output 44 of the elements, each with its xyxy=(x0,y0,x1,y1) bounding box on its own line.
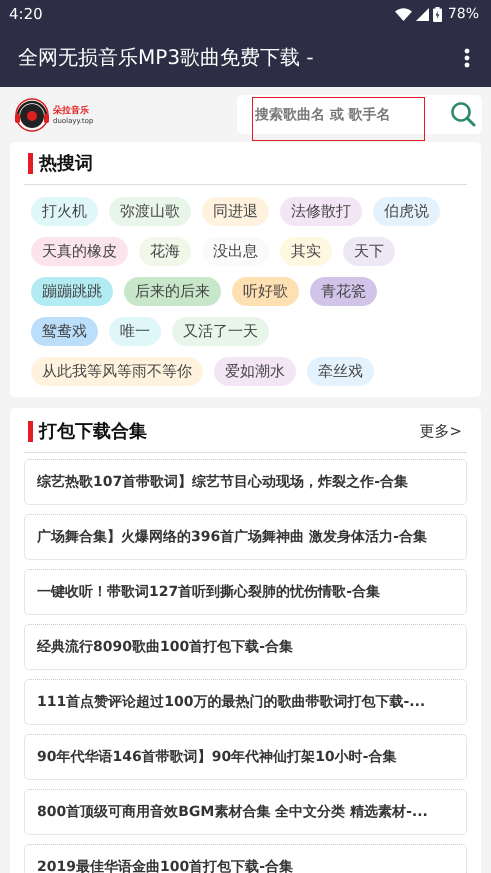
search-tag[interactable]: 听好歌 xyxy=(232,277,299,306)
battery-percent: 78% xyxy=(448,6,479,22)
search-tag[interactable]: 蹦蹦跳跳 xyxy=(31,277,113,306)
status-time: 4:20 xyxy=(9,5,43,23)
section-title: 打包下载合集 xyxy=(39,420,147,443)
search-tag[interactable]: 后来的后来 xyxy=(124,277,221,306)
app-title: 全网无损音乐MP3歌曲免费下载 - xyxy=(18,44,314,71)
section-title: 热搜词 xyxy=(39,152,93,175)
search-field[interactable]: 搜索歌曲名 或 歌手名 xyxy=(237,95,482,134)
search-tag[interactable]: 没出息 xyxy=(202,237,269,266)
more-options-icon[interactable] xyxy=(464,48,470,68)
more-link[interactable]: 更多> xyxy=(419,422,462,440)
search-tag[interactable]: 又活了一天 xyxy=(172,317,269,346)
collection-item[interactable]: 经典流行8090歌曲100首打包下载-合集 xyxy=(24,624,467,670)
collection-item[interactable]: 111首点赞评论超过100万的最热门的歌曲带歌词打包下载-... xyxy=(24,679,467,725)
collection-item[interactable]: 800首顶级可商用音效BGM素材合集 全中文分类 精选素材-... xyxy=(24,789,467,835)
search-tag[interactable]: 从此我等风等雨不等你 xyxy=(31,357,203,386)
wifi-icon xyxy=(394,8,412,20)
search-tag[interactable]: 打火机 xyxy=(31,197,98,226)
search-tag[interactable]: 鸳鸯戏 xyxy=(31,317,98,346)
collection-item[interactable]: 综艺热歌107首带歌词】综艺节目心动现场，炸裂之作-合集 xyxy=(24,459,467,505)
search-tag[interactable]: 牵丝戏 xyxy=(307,357,374,386)
signal-icon xyxy=(416,8,429,20)
search-tag[interactable]: 法修散打 xyxy=(280,197,362,226)
search-tag[interactable]: 花海 xyxy=(139,237,191,266)
vinyl-headphones-icon xyxy=(13,98,51,132)
search-icon[interactable] xyxy=(450,101,476,127)
collection-item[interactable]: 一键收听！带歌词127首听到撕心裂肺的忧伤情歌-合集 xyxy=(24,569,467,615)
search-tag[interactable]: 同进退 xyxy=(202,197,269,226)
search-tag[interactable]: 天下 xyxy=(343,237,395,266)
search-tag[interactable]: 天真的橡皮 xyxy=(31,237,128,266)
collection-item[interactable]: 广场舞合集】火爆网络的396首广场舞神曲 激发身体活力-合集 xyxy=(24,514,467,560)
search-tag[interactable]: 其实 xyxy=(280,237,332,266)
search-tag[interactable]: 青花瓷 xyxy=(310,277,377,306)
collection-item[interactable]: 90年代华语146首带歌词】90年代神仙打架10小时-合集 xyxy=(24,734,467,780)
battery-icon xyxy=(432,6,442,22)
accent-bar xyxy=(28,420,33,442)
search-tag[interactable]: 伯虎说 xyxy=(373,197,440,226)
search-tag[interactable]: 弥渡山歌 xyxy=(109,197,191,226)
logo-name: 朵拉音乐 xyxy=(53,104,90,117)
collection-item[interactable]: 2019最佳华语金曲100首打包下载-合集 xyxy=(24,844,467,873)
search-tag[interactable]: 爱如潮水 xyxy=(214,357,296,386)
search-tag[interactable]: 唯一 xyxy=(109,317,161,346)
accent-bar xyxy=(28,152,33,174)
